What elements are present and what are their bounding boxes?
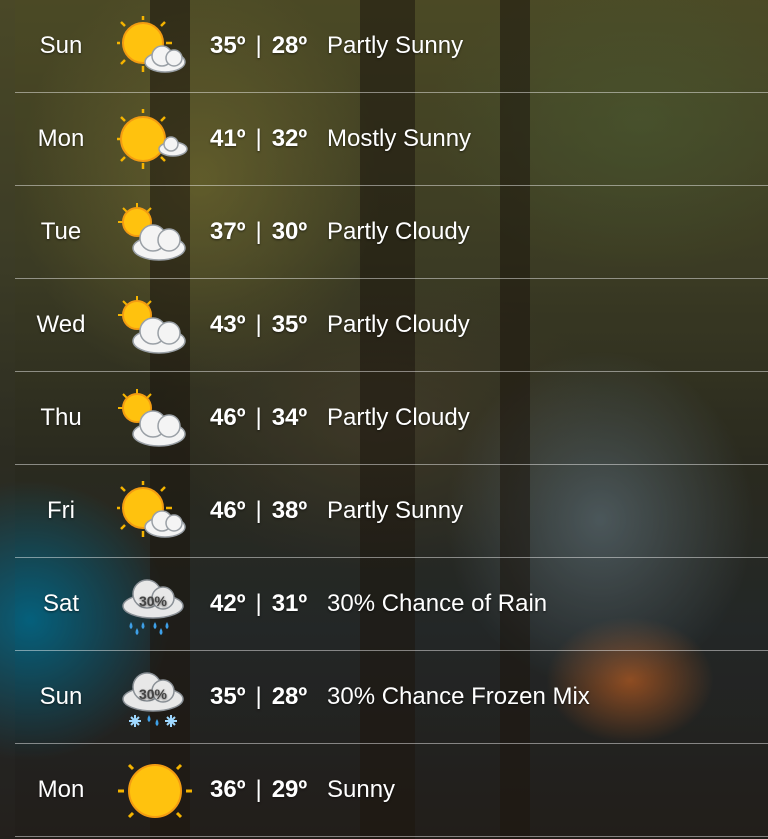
precip-chance-label: 30%	[139, 593, 168, 609]
forecast-row[interactable]: Tue 37º | 30º Partly Cloudy	[15, 186, 768, 279]
temperature-range: 36º | 29º	[210, 744, 307, 836]
degree-symbol: º	[298, 497, 308, 524]
forecast-row[interactable]: Fri 46º | 38º Partly Sunny	[15, 465, 768, 558]
high-temp: 46	[210, 404, 237, 431]
frozen-mix-icon: 30%	[122, 672, 184, 727]
partly-cloudy-icon	[118, 203, 186, 261]
low-temp: 28	[271, 683, 299, 710]
condition-text: Sunny	[327, 776, 396, 803]
condition-text: Mostly Sunny	[327, 125, 472, 152]
forecast-row[interactable]: Mon 41º | 32º Mostly Sunny	[15, 93, 768, 186]
condition-text: Partly Cloudy	[327, 218, 470, 245]
left-edge	[0, 0, 15, 839]
separator: |	[255, 590, 262, 617]
temperature-range: 43º | 35º	[210, 279, 307, 371]
forecast-row[interactable]: Mon 36º | 29º Sunny	[15, 744, 768, 837]
temperature-range: 42º | 31º	[210, 558, 307, 650]
low-temp: 34	[271, 404, 299, 431]
degree-symbol: º	[298, 32, 308, 59]
day-label: Thu	[40, 404, 82, 431]
partly-cloudy-icon	[118, 389, 186, 447]
degree-symbol: º	[298, 404, 308, 431]
precip-chance-label: 30%	[139, 686, 168, 702]
rain-icon: 30%	[122, 579, 184, 635]
day-label: Wed	[36, 311, 86, 338]
temperature-range: 35º | 28º	[210, 651, 307, 743]
forecast-row[interactable]: Sun 30% 35º | 28º 30% Chance Frozen Mix	[15, 651, 768, 744]
separator: |	[255, 683, 262, 710]
day-label: Sun	[39, 683, 83, 710]
separator: |	[255, 776, 262, 803]
day-label: Tue	[40, 218, 82, 245]
separator: |	[255, 32, 262, 59]
condition-text: Partly Sunny	[327, 32, 464, 59]
partly-sunny-icon	[117, 16, 186, 73]
low-temp: 35	[271, 311, 299, 338]
low-temp: 31	[271, 590, 299, 617]
partly-cloudy-icon	[118, 296, 186, 354]
condition-text: Partly Cloudy	[327, 404, 470, 431]
low-temp: 29	[271, 776, 299, 803]
high-temp: 43	[210, 311, 237, 338]
separator: |	[255, 311, 262, 338]
low-temp: 38	[271, 497, 299, 524]
degree-symbol: º	[298, 776, 308, 803]
partly-sunny-icon	[117, 481, 186, 538]
mostly-sunny-icon	[117, 109, 188, 169]
day-label: Sun	[39, 32, 83, 59]
separator: |	[255, 497, 262, 524]
degree-symbol: º	[298, 590, 308, 617]
degree-symbol: º	[298, 125, 308, 152]
forecast-row[interactable]: Wed 43º | 35º Partly Cloudy	[15, 279, 768, 372]
degree-symbol: º	[298, 683, 308, 710]
high-temp: 37	[210, 218, 237, 245]
condition-text: Partly Sunny	[327, 497, 464, 524]
forecast-row[interactable]: Thu 46º | 34º Partly Cloudy	[15, 372, 768, 465]
high-temp: 46	[210, 497, 237, 524]
high-temp: 42	[210, 590, 237, 617]
condition-text: 30% Chance Frozen Mix	[327, 683, 590, 710]
degree-symbol: º	[298, 311, 308, 338]
day-label: Sat	[42, 590, 80, 617]
low-temp: 32	[271, 125, 299, 152]
temperature-range: 37º | 30º	[210, 186, 307, 278]
sunny-icon	[118, 763, 192, 819]
high-temp: 35	[210, 32, 237, 59]
low-temp: 30	[271, 218, 299, 245]
forecast-row[interactable]: Sat 30% 42º | 31º 30% Chance of Rain	[15, 558, 768, 651]
day-label: Fri	[47, 497, 75, 524]
temperature-range: 46º | 38º	[210, 465, 307, 557]
temperature-range: 41º | 32º	[210, 93, 307, 185]
high-temp: 36	[210, 776, 237, 803]
low-temp: 28	[271, 32, 299, 59]
high-temp: 41	[210, 125, 237, 152]
condition-text: Partly Cloudy	[327, 311, 470, 338]
day-label: Mon	[37, 125, 85, 152]
separator: |	[255, 218, 262, 245]
temperature-range: 46º | 34º	[210, 372, 307, 464]
day-label: Mon	[37, 776, 85, 803]
separator: |	[255, 125, 262, 152]
separator: |	[255, 404, 262, 431]
temperature-range: 35º | 28º	[210, 0, 307, 92]
forecast-row[interactable]: Sun 35º | 28º Partly Sunny	[15, 0, 768, 93]
condition-text: 30% Chance of Rain	[327, 590, 548, 617]
forecast-list: Sun 35º | 28º Partly Sunny Mon 41º | 32º…	[15, 0, 768, 839]
degree-symbol: º	[298, 218, 308, 245]
high-temp: 35	[210, 683, 237, 710]
